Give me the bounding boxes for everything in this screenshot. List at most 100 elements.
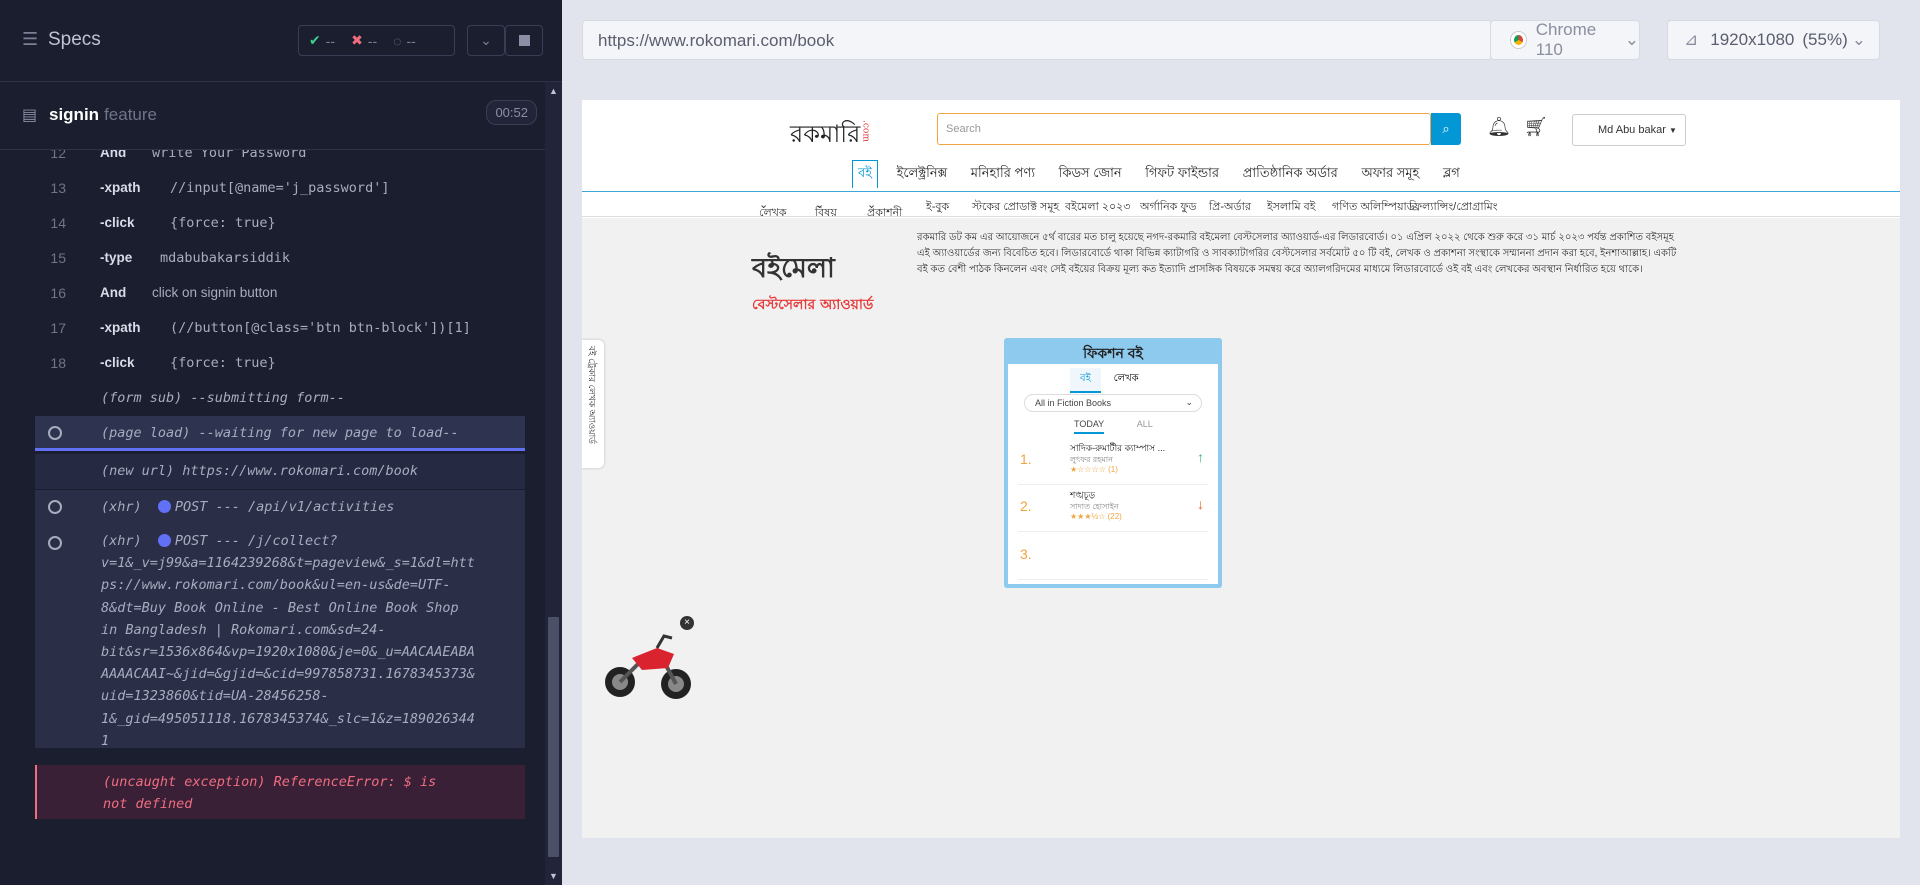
command-value: write Your Password (152, 150, 307, 161)
motorbike-image (605, 634, 691, 699)
xhr-text: (xhr) POST --- /api/v1/activities (101, 499, 394, 515)
stop-icon (518, 35, 530, 46)
category-book[interactable]: বই (852, 160, 878, 188)
scroll-up-icon[interactable]: ▲ (549, 86, 558, 96)
command-row[interactable]: 13 -xpath //input[@name='j_password'] (0, 171, 545, 206)
category-gift-finder[interactable]: গিফট ফাইন্ডার (1140, 161, 1224, 188)
subnav-label: বিষয় (815, 207, 837, 219)
new-url-row[interactable]: (new url) https://www.rokomari.com/book (35, 454, 525, 489)
leaderboard-item[interactable]: 3. (1018, 534, 1208, 580)
failed-count: -- (367, 32, 378, 49)
xhr-row[interactable]: (xhr) POST --- /api/v1/activities (35, 490, 525, 526)
subnav-islamic[interactable]: ইসলামি বই (1267, 198, 1316, 217)
user-menu[interactable]: Md Abu bakar ▼ (1572, 114, 1686, 146)
form-sub-row[interactable]: (form sub) --submitting form-- (0, 381, 545, 416)
period-all[interactable]: ALL (1137, 419, 1153, 432)
leaderboard-item[interactable]: 1. সাদিক-রুমার্টীর ক্যাম্পাস ... লুৎফর র… (1018, 439, 1208, 485)
close-icon[interactable]: × (680, 616, 694, 630)
tab-writers[interactable]: লেখক (1104, 368, 1149, 391)
aut-panel: https://www.rokomari.com/book Chrome 110… (562, 0, 1920, 885)
xhr-detail: POST --- /j/collect? (174, 533, 338, 549)
xhr-line: 1&_gid=495051118.1678345374&_slc=1&z=189… (101, 710, 475, 727)
chevron-down-button[interactable]: ⌄ (467, 25, 505, 56)
subnav-organic[interactable]: অর্গানিক ফুড (1140, 198, 1197, 217)
chevron-down-icon: ⌄ (1185, 397, 1193, 407)
subnav-ebook[interactable]: ই-বুক (926, 198, 949, 217)
rokomari-logo[interactable]: রকমারি.com (790, 116, 870, 156)
line-number: 15 (50, 250, 66, 266)
command-row[interactable]: 17 -xpath (//button[@class='btn btn-block'… (0, 311, 545, 346)
category-institutional[interactable]: প্রাতিষ্ঠানিক অর্ডার (1238, 161, 1343, 188)
period-today[interactable]: TODAY (1074, 419, 1105, 434)
error-text: (uncaught exception) ReferenceError: $ i… (103, 771, 436, 815)
fiction-leaderboard: ফিকশন বই বই লেখক All in Fiction Books ⌄ T… (1004, 338, 1222, 588)
logo-text: রকমারি (790, 120, 861, 148)
chevron-down-icon: ⌄ (1851, 30, 1866, 49)
item-rating: ★☆☆☆☆ (1) (1070, 465, 1118, 474)
error-row[interactable]: (uncaught exception) ReferenceError: $ i… (35, 765, 525, 819)
bestseller-award-logo: বইমেলা বেস্টসেলার অ্যাওয়ার্ড (752, 248, 902, 313)
specs-toggle[interactable]: ☰ Specs (22, 29, 101, 51)
xhr-line: ps://www.rokomari.com/book&ul=en-us&de=U… (101, 577, 451, 594)
command-row[interactable]: 12 And write Your Password (0, 150, 545, 171)
category-nav: বই ইলেক্ট্রনিক্স মনিহারি পণ্য কিডস জোন গ… (852, 160, 1475, 188)
browser-selector[interactable]: Chrome 110 ⌄ (1490, 20, 1640, 60)
command-row[interactable]: 14 -click {force: true} (0, 206, 545, 241)
side-award-tab[interactable]: বই ট্রেকার লেখক অ্যাওয়ার্ড (582, 340, 604, 468)
reporter-panel: ☰ Specs ✔ -- ✖ -- ◌ -- ⌄ ▤ signin feature 00:… (0, 0, 562, 885)
duration-badge: 00:52 (486, 100, 537, 125)
cart-icon[interactable]: 🛒︎ (1524, 115, 1548, 139)
subnav-boimela[interactable]: বইমেলা ২০২৩ (1065, 198, 1130, 217)
specs-title: Specs (48, 29, 101, 50)
spec-name: signin feature (49, 105, 157, 125)
category-select[interactable]: All in Fiction Books ⌄ (1024, 394, 1202, 412)
xhr-line: 1 (101, 732, 110, 749)
xhr-detail: POST --- /api/v1/activities (174, 499, 395, 515)
category-electronics[interactable]: ইলেক্ট্রনিক্স (892, 161, 953, 188)
command-row[interactable]: 15 -type mdabubakarsiddik (0, 241, 545, 276)
subnav-writer[interactable]: লেখক ⌄ (759, 198, 787, 219)
url-bar[interactable]: https://www.rokomari.com/book (582, 20, 1492, 60)
xhr-text: (xhr) POST --- /j/collect? v=1&_v=j99&a=… (101, 530, 475, 752)
command-row[interactable]: 18 -click {force: true} (0, 346, 545, 381)
command-value: {force: true} (170, 215, 276, 231)
command-name: -click (100, 355, 135, 370)
file-icon: ▤ (22, 107, 38, 124)
command-value: click on signin button (152, 285, 278, 300)
subnav-subject[interactable]: বিষয় ⌄ (815, 198, 837, 219)
xhr-line: uid=1323860&tid=UA-28456258- (101, 688, 329, 705)
category-offers[interactable]: অফার সমূহ (1356, 161, 1424, 188)
category-stationery[interactable]: মনিহারি পণ্য (966, 161, 1040, 188)
error-line: not defined (103, 796, 193, 812)
subnav-stock[interactable]: স্টকের প্রোডাক্ট সমূহ (972, 198, 1059, 217)
log-scrollbar[interactable]: ▲ ▼ (545, 82, 562, 885)
subnav-label: প্রকাশনী (867, 207, 903, 219)
logo-suffix: .com (860, 120, 871, 142)
subnav-math[interactable]: গণিত অলিম্পিয়াড (1332, 198, 1415, 217)
category-blog[interactable]: ব্লগ (1438, 161, 1465, 188)
subnav-freelancing[interactable]: ফ্রিল্যান্সিং/প্রোগ্রামিং (1409, 198, 1498, 217)
x-icon: ✖ (351, 32, 363, 48)
search-input[interactable]: Search (937, 113, 1431, 145)
scroll-thumb[interactable] (548, 617, 559, 857)
motorbike-ad[interactable]: × (602, 616, 697, 705)
command-row[interactable]: 16 And click on signin button (0, 276, 545, 311)
xhr-row[interactable]: (xhr) POST --- /j/collect? v=1&_v=j99&a=… (35, 526, 525, 749)
stop-button[interactable] (505, 25, 543, 56)
award-logo-text: বইমেলা (752, 253, 835, 284)
bell-icon[interactable]: 🔔︎ (1487, 115, 1511, 139)
xhr-dot-icon (157, 500, 171, 513)
subnav-publisher[interactable]: প্রকাশনী ⌄ (867, 198, 902, 219)
subnav-preorder[interactable]: প্রি-অর্ডার (1209, 198, 1251, 217)
viewport-info[interactable]: ⊿ 1920x1080 (55%) ⌄ (1667, 20, 1880, 60)
leaderboard-item[interactable]: 2. শঙ্খচূড় সাদাত হোসাইন ★★★½☆ (22) ↓ (1018, 486, 1208, 532)
page-load-row[interactable]: (page load) --waiting for new page to lo… (35, 416, 525, 451)
category-kids[interactable]: কিডস জোন (1054, 161, 1127, 188)
page-load-text: (page load) --waiting for new page to lo… (101, 425, 459, 441)
command-name: -type (100, 250, 133, 265)
tab-books[interactable]: বই (1070, 368, 1101, 393)
item-rank: 2. (1020, 498, 1032, 514)
scroll-down-icon[interactable]: ▼ (549, 871, 558, 881)
search-button[interactable]: ⌕ (1431, 113, 1461, 145)
pending-icon: ◌ (393, 32, 402, 49)
